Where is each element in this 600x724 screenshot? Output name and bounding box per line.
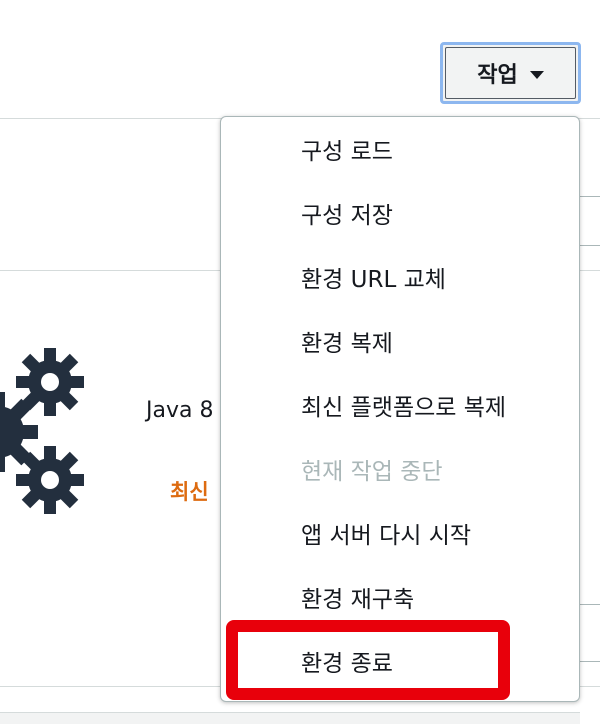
menu-item-save-configuration[interactable]: 구성 저장 bbox=[301, 201, 393, 231]
menu-item-load-configuration[interactable]: 구성 로드 bbox=[301, 137, 393, 167]
side-control-edge-lower[interactable] bbox=[577, 604, 600, 662]
gears-icon bbox=[0, 348, 84, 514]
panel-footer bbox=[0, 712, 580, 724]
menu-item-clone-with-latest-platform[interactable]: 최신 플랫폼으로 복제 bbox=[301, 393, 506, 423]
actions-button[interactable]: 작업 bbox=[440, 42, 581, 104]
page: Java 8 최신 작업 구성 로드 구성 저장 환경 URL 교체 환경 복제… bbox=[0, 0, 600, 724]
menu-item-restart-app-servers[interactable]: 앱 서버 다시 시작 bbox=[301, 521, 471, 551]
menu-item-rebuild-environment[interactable]: 환경 재구축 bbox=[301, 585, 414, 615]
side-control-edge[interactable] bbox=[577, 196, 600, 246]
platform-status-label: 최신 bbox=[170, 480, 209, 504]
actions-dropdown-menu: 구성 로드 구성 저장 환경 URL 교체 환경 복제 최신 플랫폼으로 복제 … bbox=[220, 116, 580, 702]
caret-down-icon bbox=[529, 70, 544, 79]
actions-button-label: 작업 bbox=[477, 63, 518, 88]
menu-item-clone-environment[interactable]: 환경 복제 bbox=[301, 329, 393, 359]
platform-label: Java 8 bbox=[146, 398, 214, 423]
menu-item-terminate-environment[interactable]: 환경 종료 bbox=[301, 649, 393, 679]
menu-item-abort-current-operation: 현재 작업 중단 bbox=[301, 459, 443, 485]
menu-item-swap-environment-url[interactable]: 환경 URL 교체 bbox=[301, 265, 446, 295]
